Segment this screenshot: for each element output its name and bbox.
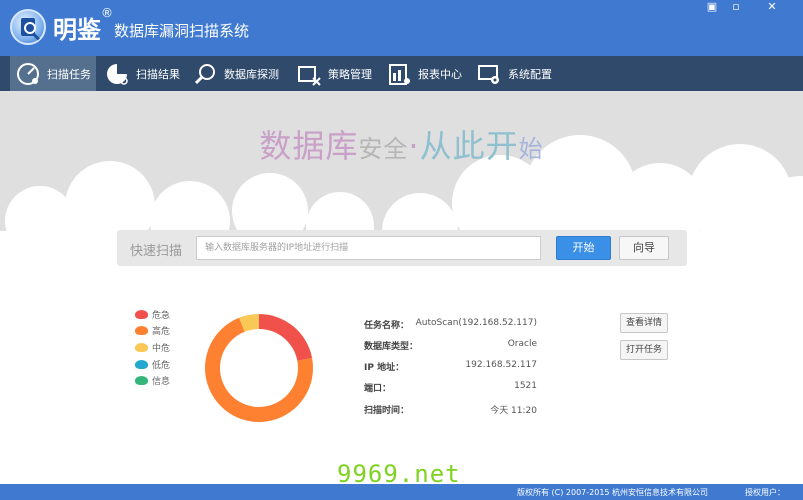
task-name-value: AutoScan(192.168.52.117) <box>415 318 537 328</box>
registered-mark: ® <box>101 6 113 20</box>
ip-label: IP 地址： <box>364 363 405 373</box>
ip-value: 192.168.52.117 <box>465 360 537 370</box>
db-type-label: 数据库类型： <box>364 342 419 352</box>
legend-item-medium: 中危 <box>135 340 170 354</box>
tab-label: 扫描任务 <box>47 67 91 81</box>
main-toolbar: 扫描任务 扫描结果 数据库探测 策略管理 报表中心 系统配置 <box>0 56 803 91</box>
tab-config[interactable]: 系统配置 <box>476 56 566 91</box>
open-task-button[interactable]: 打开任务 <box>620 340 668 360</box>
view-details-button[interactable]: 查看详情 <box>620 313 668 333</box>
task-name-label: 任务名称： <box>364 321 410 331</box>
tab-policy[interactable]: 策略管理 <box>296 56 376 91</box>
legend-swatch <box>135 375 148 385</box>
slogan-part: 安全 <box>358 135 409 163</box>
status-footer: 版权所有 (C) 2007-2015 杭州安恒信息技术有限公司 授权用户： <box>0 484 803 500</box>
policy-icon <box>298 65 321 86</box>
scan-time-label: 扫描时间： <box>364 406 410 416</box>
quick-scan-label: 快速扫描 <box>130 244 183 259</box>
tab-label: 数据库探测 <box>224 67 279 81</box>
app-logo-icon <box>10 9 46 45</box>
ip-address-input[interactable] <box>196 236 541 260</box>
maximize-icon[interactable]: ▫ <box>728 1 744 13</box>
slogan-part: 从此开 <box>419 127 519 165</box>
close-icon[interactable]: ✕ <box>764 1 780 13</box>
legend-swatch <box>135 359 148 369</box>
tab-label: 系统配置 <box>508 67 552 81</box>
legend-swatch <box>135 309 148 319</box>
legend-label: 信息 <box>152 376 171 387</box>
scan-result-icon <box>107 63 128 85</box>
legend-label: 高危 <box>152 326 171 337</box>
slogan-part: 始 <box>518 135 544 163</box>
hero-slogan: 数据库安全·从此开始 <box>0 121 803 167</box>
db-type-value: Oracle <box>507 339 537 349</box>
guide-button[interactable]: 向导 <box>619 236 669 260</box>
brand-name: 明鉴 <box>53 16 101 44</box>
slogan-dot: · <box>408 127 420 165</box>
legend-label: 低危 <box>152 360 171 371</box>
legend-item-critical: 危急 <box>135 307 170 321</box>
tab-label: 报表中心 <box>418 67 462 81</box>
title-bar: 明鉴 ® 数据库漏洞扫描系统 ▣ ▫ ✕ <box>0 0 803 56</box>
legend-item-high: 高危 <box>135 323 170 337</box>
legend-item-info: 信息 <box>135 373 170 387</box>
scan-task-icon <box>17 62 39 85</box>
quick-scan-bar: 快速扫描 开始 向导 <box>117 230 687 266</box>
tab-label: 扫描结果 <box>136 67 180 81</box>
app-title: 数据库漏洞扫描系统 <box>114 22 250 40</box>
report-icon <box>389 63 410 85</box>
legend-label: 危急 <box>152 310 171 321</box>
tab-scan-result[interactable]: 扫描结果 <box>104 56 184 91</box>
donut-slice-1 <box>259 314 313 361</box>
tab-report[interactable]: 报表中心 <box>386 56 466 91</box>
legend-label: 中危 <box>152 343 171 354</box>
legend-swatch <box>135 342 148 352</box>
port-label: 端口： <box>364 384 392 394</box>
tab-scan-task[interactable]: 扫描任务 <box>10 56 96 91</box>
port-value: 1521 <box>514 381 537 391</box>
tab-label: 策略管理 <box>328 67 372 81</box>
licensed-user-label: 授权用户： <box>745 488 785 497</box>
minimize-icon[interactable]: ▣ <box>704 1 720 13</box>
db-probe-icon <box>194 63 215 84</box>
tab-db-probe[interactable]: 数据库探测 <box>192 56 284 91</box>
risk-donut-chart <box>205 314 313 422</box>
slogan-part: 数据库 <box>259 127 359 165</box>
config-icon <box>478 64 499 84</box>
legend-item-low: 低危 <box>135 357 170 371</box>
scan-time-value: 今天 11:20 <box>490 406 537 416</box>
start-button[interactable]: 开始 <box>556 236 611 260</box>
legend-swatch <box>135 325 148 335</box>
copyright-text: 版权所有 (C) 2007-2015 杭州安恒信息技术有限公司 <box>517 488 709 497</box>
